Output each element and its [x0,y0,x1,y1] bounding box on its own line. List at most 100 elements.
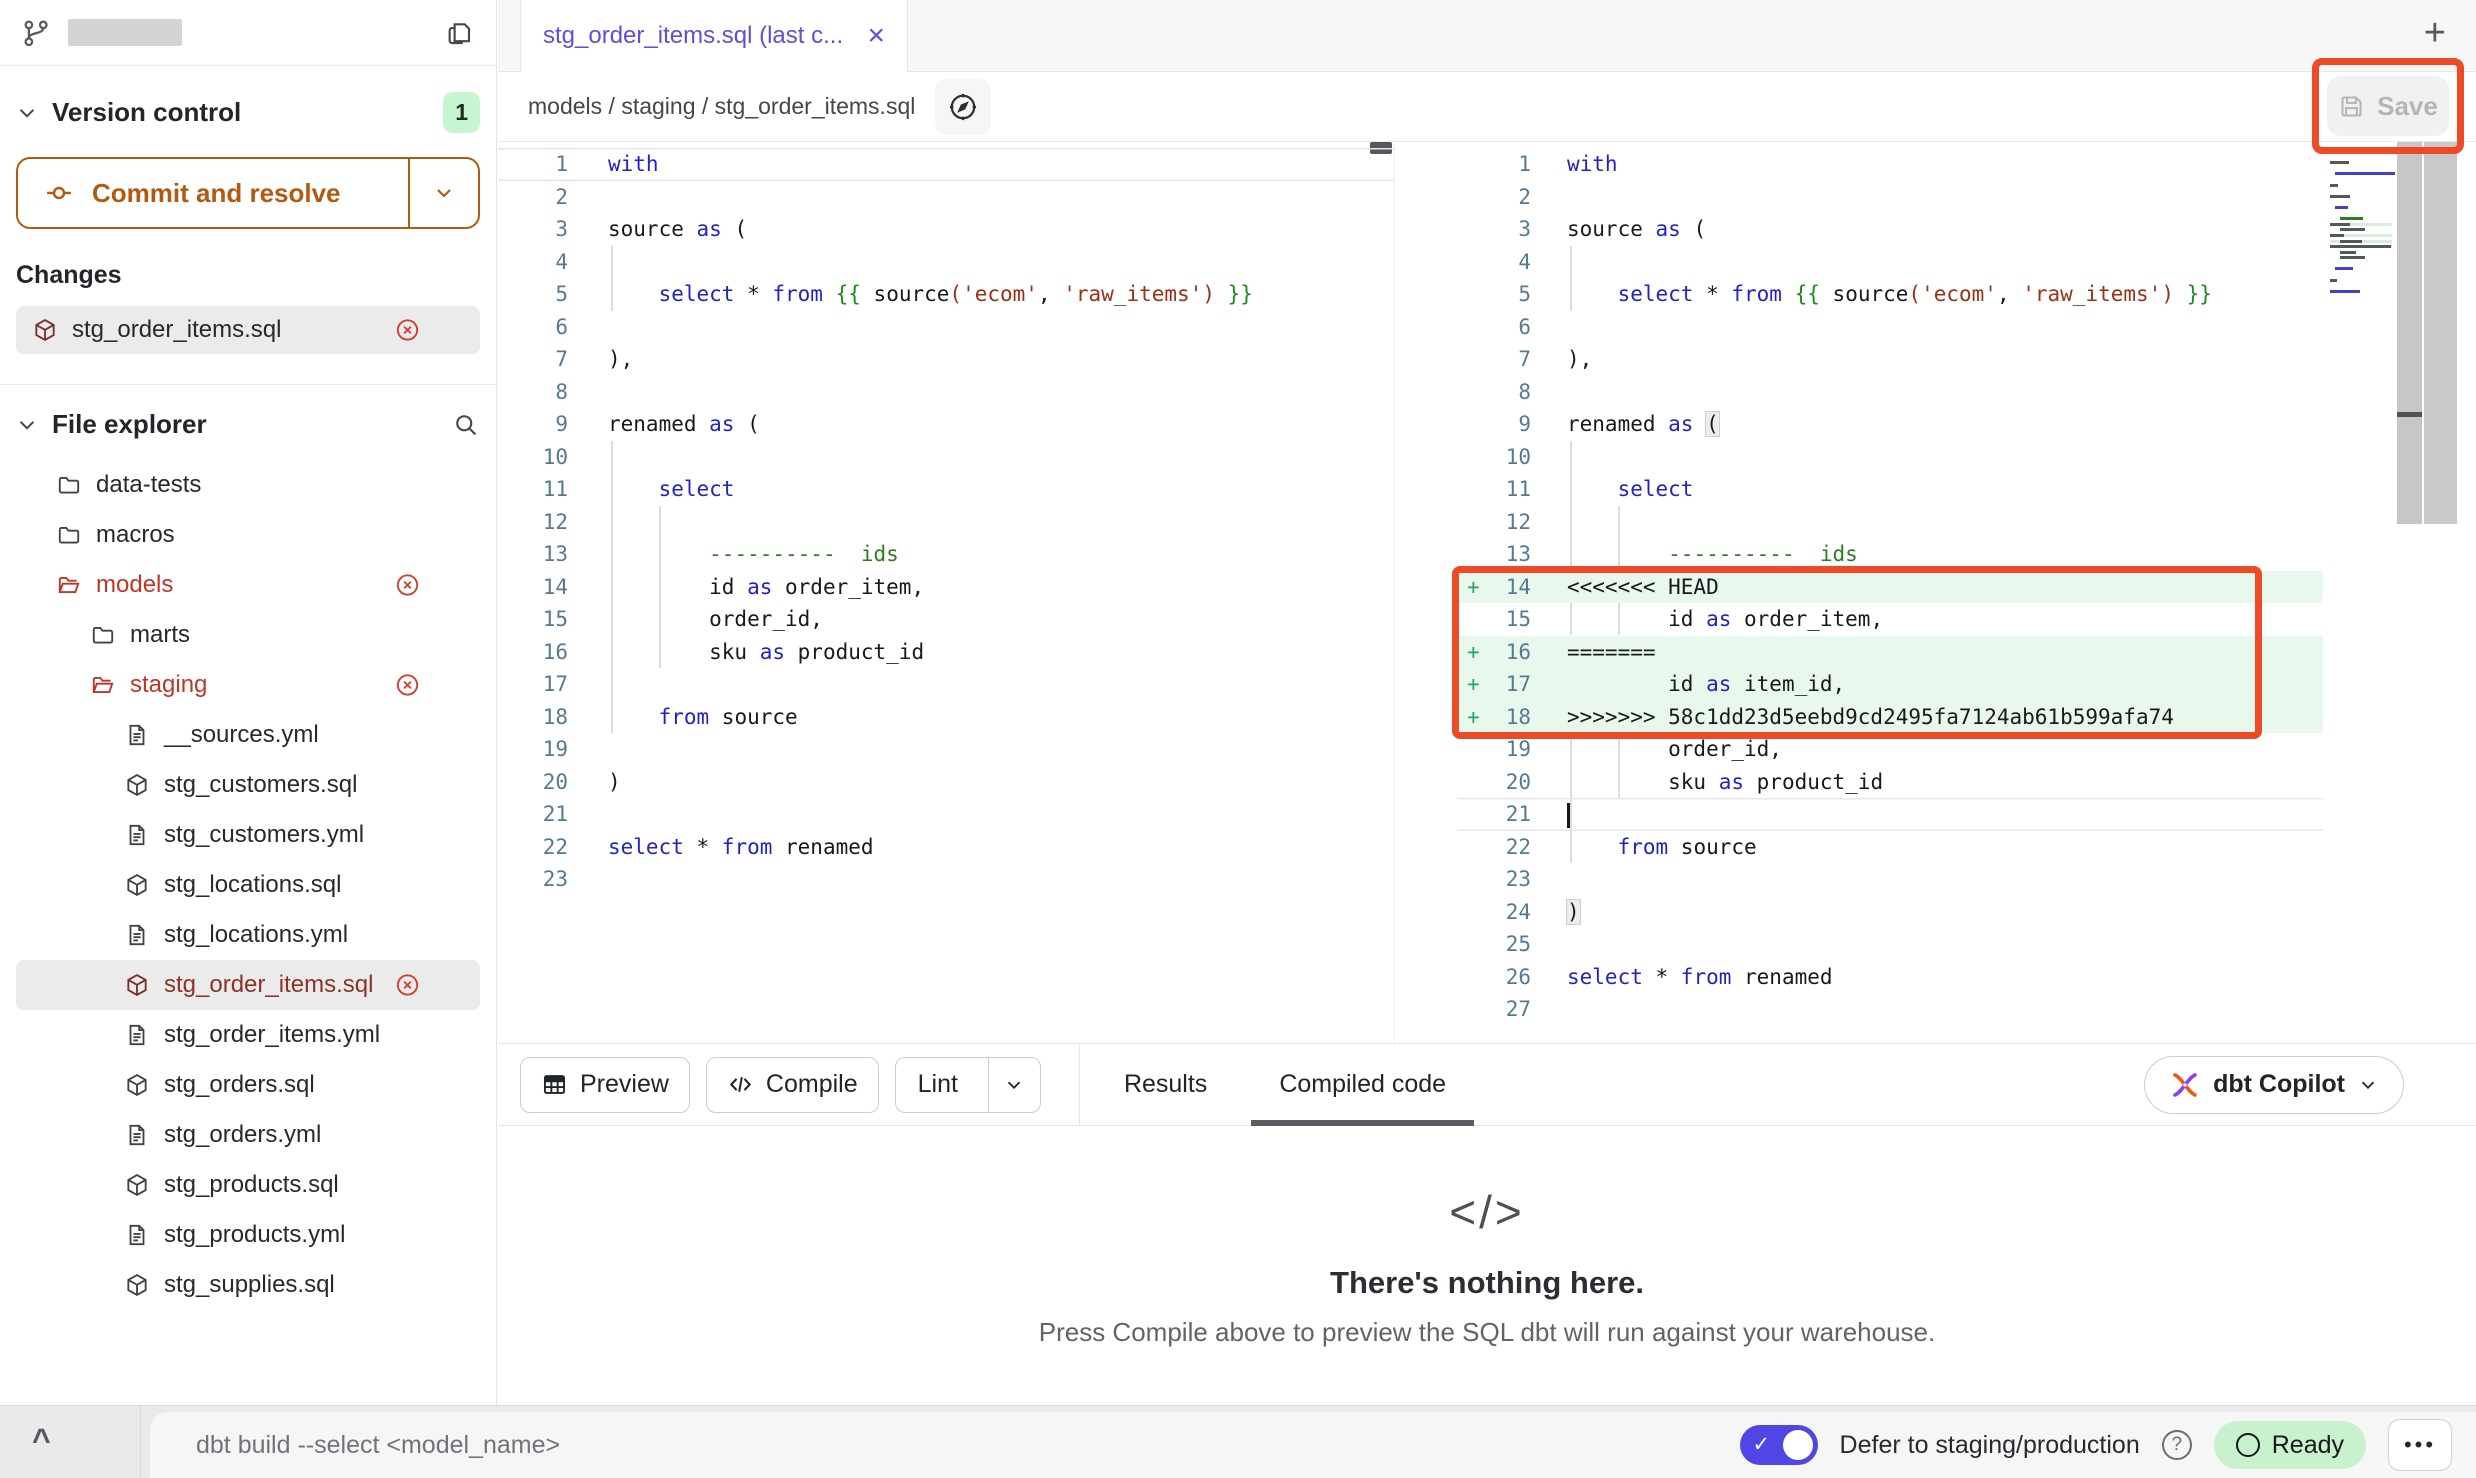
code-text[interactable]: renamed as ( [1549,408,1719,441]
lineage-compass-button[interactable] [935,79,991,135]
line-number: 5 [1491,282,1549,306]
file-row-stg_customers.yml[interactable]: stg_customers.yml [16,810,480,860]
empty-state-title: There's nothing here. [1330,1265,1644,1301]
dbt-copilot-button[interactable]: dbt Copilot [2144,1056,2404,1114]
right-editor-scrollbar[interactable] [2424,142,2457,524]
chevron-down-icon[interactable] [16,102,38,124]
code-text[interactable]: source as ( [1549,213,1706,246]
tab-close-icon[interactable]: × [867,21,885,51]
code-text[interactable]: with [590,148,659,181]
editor-pane-original[interactable]: 1with23source as (45 select * from {{ so… [498,142,1395,1043]
compile-button[interactable]: Compile [706,1057,879,1113]
save-button[interactable]: Save [2327,76,2449,136]
editor-pane-conflicted[interactable]: 1with23source as (45 select * from {{ so… [1457,142,2323,1043]
original-editor-line-4: 4 [498,246,1394,279]
lint-options-chevron[interactable] [988,1058,1040,1112]
command-input[interactable]: dbt build --select <model_name> [196,1431,560,1460]
changed-file-row[interactable]: stg_order_items.sql [16,306,480,354]
file-row-stg_orders.sql[interactable]: stg_orders.sql [16,1060,480,1110]
file-row-stg_locations.yml[interactable]: stg_locations.yml [16,910,480,960]
cube-icon [124,1272,150,1298]
file-name: staging [130,671,207,699]
code-text[interactable]: sku as product_id [1549,766,1883,799]
code-text[interactable]: select * from renamed [1549,961,1833,994]
line-number: 16 [498,640,590,664]
line-number: 26 [1491,965,1549,989]
commit-button-label: Commit and resolve [92,178,341,209]
code-text[interactable]: from source [590,701,798,734]
code-text[interactable] [1549,798,1570,831]
branch-name-placeholder [68,19,182,46]
code-text[interactable]: source as ( [590,213,747,246]
command-panel: dbt build --select <model_name> ✓ Defer … [150,1412,2476,1478]
code-text[interactable]: select [1549,473,1693,506]
code-text[interactable]: order_id, [590,603,823,636]
original-editor-line-18: 18 from source [498,701,1394,734]
code-text[interactable]: ---------- ids [1549,538,1858,571]
line-number: 17 [498,672,590,696]
original-editor-line-12: 12 [498,506,1394,539]
code-text[interactable]: select * from {{ source('ecom', 'raw_ite… [590,278,1253,311]
file-row-macros[interactable]: macros [16,510,480,560]
conflict-status-icon [394,672,421,699]
file-row-models[interactable]: models [16,560,480,610]
lint-button[interactable]: Lint [895,1057,1041,1113]
chevron-down-icon[interactable] [16,414,38,436]
help-icon[interactable]: ? [2162,1430,2192,1460]
file-name: data-tests [96,471,201,499]
version-control-title: Version control [52,97,241,128]
code-text[interactable]: order_id, [1549,733,1782,766]
copy-files-icon[interactable] [444,18,474,48]
code-text[interactable]: ), [590,343,633,376]
preview-button[interactable]: Preview [520,1057,690,1113]
code-text[interactable]: ), [1549,343,1592,376]
code-text[interactable]: ======= [1549,636,1656,669]
commit-options-chevron[interactable] [408,159,478,227]
more-options-button[interactable]: ••• [2388,1419,2452,1471]
tab-compiled-code[interactable]: Compiled code [1251,1043,1474,1126]
file-row-marts[interactable]: marts [16,610,480,660]
file-row-__sources.yml[interactable]: __sources.yml [16,710,480,760]
code-text[interactable]: select * from renamed [590,831,874,864]
defer-toggle[interactable]: ✓ [1740,1425,1818,1465]
file-row-stg_products.sql[interactable]: stg_products.sql [16,1160,480,1210]
file-row-stg_products.yml[interactable]: stg_products.yml [16,1210,480,1260]
original-editor-line-2: 2 [498,181,1394,214]
tab-results[interactable]: Results [1096,1043,1235,1126]
code-text[interactable]: ) [1549,896,1580,929]
tab-stg-order-items[interactable]: stg_order_items.sql (last c... × [520,0,908,72]
conflicted-editor-line-12: 12 [1457,506,2323,539]
file-row-stg_orders.yml[interactable]: stg_orders.yml [16,1110,480,1160]
command-bar: ^ dbt build --select <model_name> ✓ Defe… [0,1405,2476,1478]
collapse-panel-chevron[interactable]: ^ [32,1422,51,1459]
code-text[interactable]: ---------- ids [590,538,899,571]
file-row-data-tests[interactable]: data-tests [16,460,480,510]
code-text[interactable]: <<<<<<< HEAD [1549,571,1719,604]
commit-and-resolve-button[interactable]: Commit and resolve [16,157,480,229]
code-text[interactable]: from source [1549,831,1757,864]
new-tab-button[interactable]: + [2424,12,2446,55]
file-row-staging[interactable]: staging [16,660,480,710]
code-text[interactable]: sku as product_id [590,636,924,669]
file-row-stg_customers.sql[interactable]: stg_customers.sql [16,760,480,810]
code-text[interactable]: with [1549,148,1618,181]
code-text[interactable]: renamed as ( [590,408,760,441]
line-number: 23 [1491,867,1549,891]
file-row-stg_order_items.yml[interactable]: stg_order_items.yml [16,1010,480,1060]
file-search-icon[interactable] [452,411,480,439]
code-text[interactable]: id as order_item, [590,571,924,604]
minimap-slider[interactable] [2397,142,2422,524]
code-text[interactable]: select * from {{ source('ecom', 'raw_ite… [1549,278,2212,311]
code-text[interactable]: id as item_id, [1549,668,1845,701]
line-number: 10 [1491,445,1549,469]
conflict-status-icon [394,317,421,344]
editor-minimap[interactable] [2330,150,2392,301]
code-text[interactable]: select [590,473,734,506]
code-text[interactable]: id as order_item, [1549,603,1883,636]
file-row-stg_supplies.sql[interactable]: stg_supplies.sql [16,1260,480,1310]
file-row-stg_locations.sql[interactable]: stg_locations.sql [16,860,480,910]
file-row-stg_order_items.sql[interactable]: stg_order_items.sql [16,960,480,1010]
code-text[interactable]: >>>>>>> 58c1dd23d5eebd9cd2495fa7124ab61b… [1549,701,2174,734]
code-text[interactable]: ) [590,766,621,799]
conflicted-editor-line-4: 4 [1457,246,2323,279]
